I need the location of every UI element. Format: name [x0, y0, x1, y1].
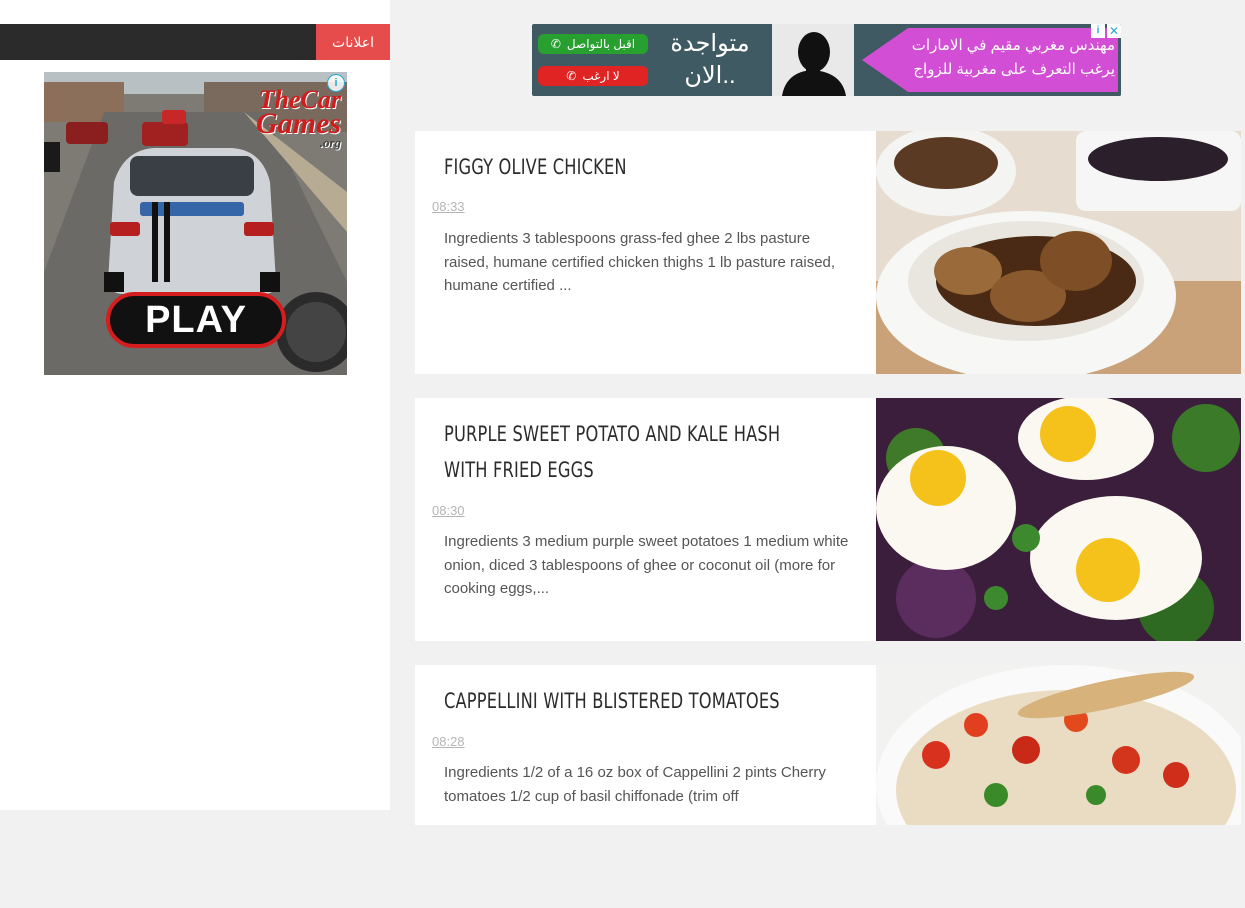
sidebar-widget-header: اعلانات	[0, 24, 390, 60]
online-text-line2: الان..	[684, 62, 736, 89]
banner-message-area: مهندس مغربي مقيم في الامارات يرغب التعرف…	[854, 24, 1121, 96]
post-title[interactable]: CAPPELLINI WITH BLISTERED TOMATOES	[444, 683, 788, 719]
phone-reject-icon: ✆	[566, 69, 577, 83]
post-body: CAPPELLINI WITH BLISTERED TOMATOES 08:28…	[415, 665, 876, 825]
banner-message: مهندس مغربي مقيم في الامارات يرغب التعرف…	[911, 37, 1115, 78]
post-body: PURPLE SWEET POTATO AND KALE HASH WITH F…	[415, 398, 876, 641]
reject-button[interactable]: ✆ لا ارغب	[538, 66, 648, 86]
accept-contact-button[interactable]: ✆ اقبل بالتواصل	[538, 34, 648, 54]
post-title[interactable]: FIGGY OLIVE CHICKEN	[444, 149, 788, 185]
post-excerpt: Ingredients 1/2 of a 16 oz box of Cappel…	[444, 764, 826, 805]
post-title[interactable]: PURPLE SWEET POTATO AND KALE HASH WITH F…	[444, 416, 788, 488]
post-time[interactable]: 08:33	[432, 199, 465, 214]
post-card[interactable]: CAPPELLINI WITH BLISTERED TOMATOES 08:28…	[415, 665, 1241, 825]
game-ad-logo-line2: Games	[256, 107, 341, 140]
ad-info-icon[interactable]: i	[1091, 24, 1105, 38]
phone-accept-icon: ✆	[550, 37, 561, 51]
game-ad[interactable]: i TheCar Games .org PLAY	[44, 72, 347, 375]
banner-cta-area: ✆ اقبل بالتواصل ✆ لا ارغب متواجدة الان..	[532, 24, 772, 96]
post-thumbnail[interactable]	[876, 398, 1241, 641]
game-ad-logo: TheCar Games .org	[256, 87, 341, 150]
post-card[interactable]: PURPLE SWEET POTATO AND KALE HASH WITH F…	[415, 398, 1241, 641]
online-text-line1: متواجدة	[670, 30, 750, 57]
profile-silhouette	[772, 24, 854, 96]
play-button[interactable]: PLAY	[106, 292, 286, 348]
post-excerpt: Ingredients 3 medium purple sweet potato…	[444, 533, 849, 597]
sidebar: اعلانات i TheCar Games .org PLAY	[0, 0, 390, 810]
accept-contact-label: اقبل بالتواصل	[566, 37, 636, 51]
reject-label: لا ارغب	[582, 69, 620, 83]
post-body: FIGGY OLIVE CHICKEN 08:33 Ingredients 3 …	[415, 131, 876, 374]
post-thumbnail[interactable]	[876, 665, 1241, 908]
online-status-text: متواجدة الان..	[654, 28, 766, 92]
post-card[interactable]: FIGGY OLIVE CHICKEN 08:33 Ingredients 3 …	[415, 131, 1241, 374]
top-banner-ad[interactable]: ✆ اقبل بالتواصل ✆ لا ارغب متواجدة الان..…	[532, 24, 1121, 96]
sidebar-widget-title: اعلانات	[316, 24, 390, 60]
close-icon[interactable]: ✕	[1107, 24, 1121, 38]
post-time[interactable]: 08:28	[432, 734, 465, 749]
post-thumbnail[interactable]	[876, 131, 1241, 374]
post-excerpt: Ingredients 3 tablespoons grass-fed ghee…	[444, 230, 836, 294]
post-time[interactable]: 08:30	[432, 503, 465, 518]
